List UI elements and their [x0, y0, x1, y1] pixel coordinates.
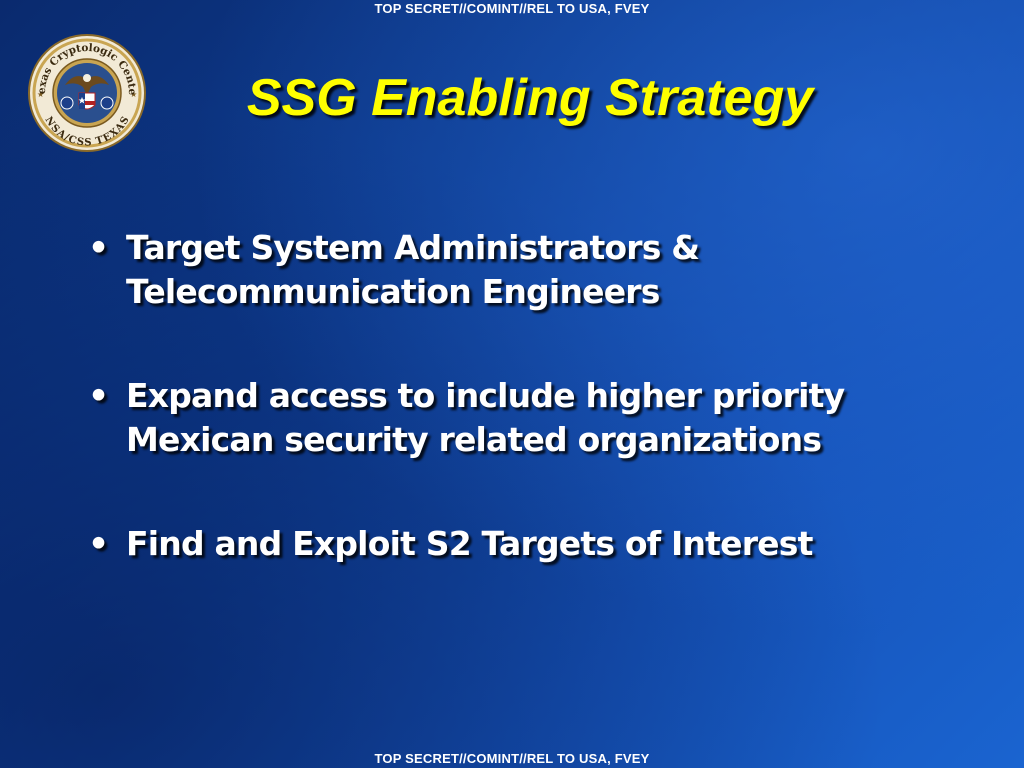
- bullet-text: Find and Exploit S2 Targets of Interest: [126, 524, 813, 563]
- classification-banner-bottom: TOP SECRET//COMINT//REL TO USA, FVEY: [374, 751, 650, 766]
- slide-title: SSG Enabling Strategy: [246, 69, 814, 127]
- bullet-marker: •: [88, 376, 109, 415]
- bullet-text: Target System Administrators & Telecommu…: [126, 228, 700, 311]
- bullet-list: • Target System Administrators & Telecom…: [84, 226, 964, 566]
- agency-seal-icon: ★ ★ Texas Cryptologic Center NSA/CSS TEX…: [27, 33, 146, 152]
- bullet-marker: •: [88, 228, 109, 267]
- bullet-text: Expand access to include higher priority…: [126, 376, 845, 459]
- bullet-marker: •: [88, 524, 109, 563]
- bullet-item: • Target System Administrators & Telecom…: [84, 226, 964, 314]
- bullet-item: • Find and Exploit S2 Targets of Interes…: [84, 522, 964, 566]
- classification-banner-top: TOP SECRET//COMINT//REL TO USA, FVEY: [374, 1, 650, 16]
- bullet-item: • Expand access to include higher priori…: [84, 374, 964, 462]
